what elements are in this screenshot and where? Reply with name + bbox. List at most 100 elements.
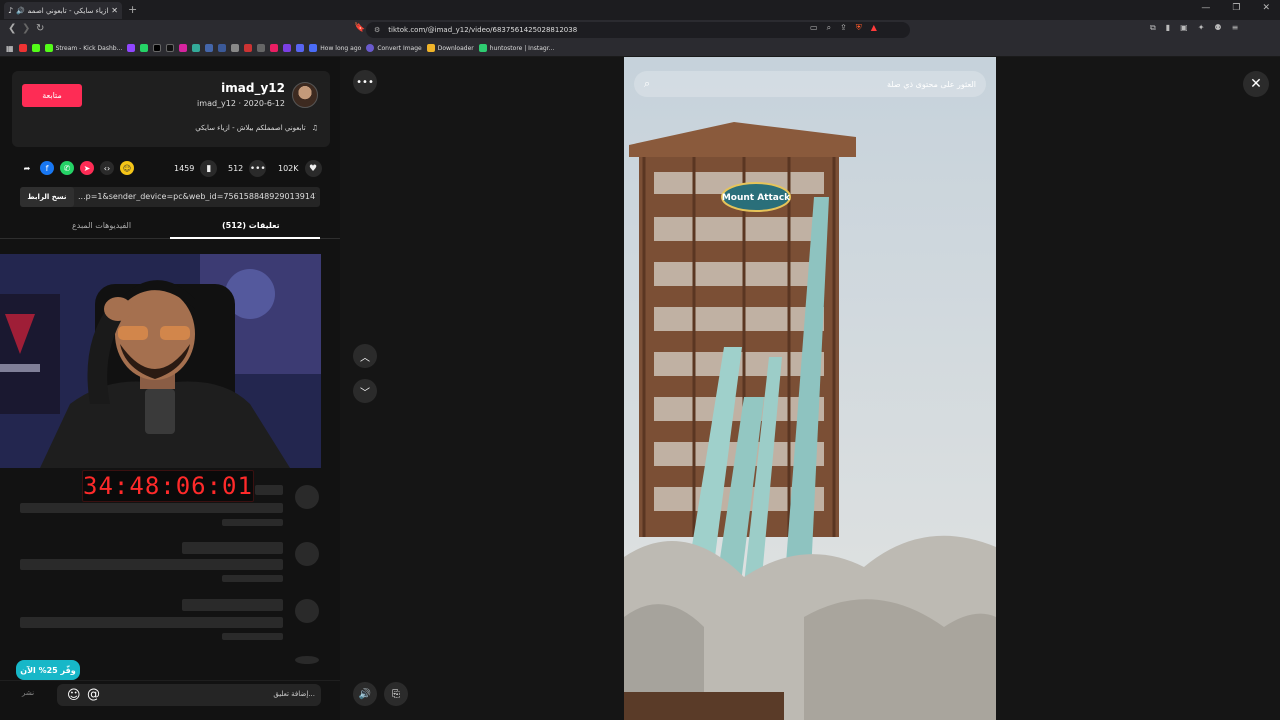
volume-button[interactable]: 🔊 <box>353 682 377 706</box>
reader-icon[interactable]: ▭ <box>810 23 818 33</box>
bookmark-convert-image[interactable]: Convert Image <box>366 44 422 52</box>
panel-tabs: تعليقات (512) الفيديوهات المبدع <box>0 215 340 239</box>
bookmark-icon-d[interactable] <box>244 44 253 52</box>
twitch-icon[interactable] <box>127 44 136 52</box>
share-icon[interactable]: ⇪ <box>840 23 847 33</box>
username[interactable]: imad_y12 <box>221 81 285 95</box>
browser-tab[interactable]: ♪ 🔊 ازياء سايكي - تابعوني اصمملكم... ✕ <box>4 2 122 19</box>
mention-icon[interactable]: @ <box>87 687 100 702</box>
like-count: 102K <box>278 164 299 173</box>
comment-icon[interactable]: ••• <box>249 160 267 177</box>
skeleton-avatar <box>295 599 319 623</box>
maximize-button[interactable]: ❐ <box>1232 3 1240 13</box>
zoom-icon[interactable]: ⌕ <box>827 23 831 33</box>
save-stat[interactable]: 1459 ▮ <box>174 160 218 177</box>
github-icon[interactable] <box>257 44 266 52</box>
profile-icon[interactable]: ⚉ <box>1214 23 1221 33</box>
bookmark-icon-c[interactable] <box>231 44 240 52</box>
download-icon <box>426 44 435 52</box>
forward-icon[interactable]: ❯ <box>22 23 30 34</box>
video-frame[interactable]: Mount Attack ⌕ العثور على محتوى ذي صلة <box>624 57 996 720</box>
back-icon[interactable]: ❮ <box>8 23 16 34</box>
apps-icon[interactable]: ▦ <box>6 44 14 53</box>
comment-stat[interactable]: 512 ••• <box>228 160 267 177</box>
heart-icon[interactable]: ♥ <box>304 160 322 177</box>
tiktok-icon[interactable] <box>166 44 175 52</box>
bookmark-icon[interactable]: 🔖 <box>354 23 365 33</box>
skeleton-line <box>182 542 283 554</box>
facebook-icon[interactable] <box>218 44 227 52</box>
instagram-icon[interactable] <box>179 44 188 52</box>
bookmark-stream[interactable]: Stream - Kick Dashb... <box>44 44 122 52</box>
browser-tab-bar: ♪ 🔊 ازياء سايكي - تابعوني اصمملكم... ✕ +… <box>0 0 1280 20</box>
close-window-button[interactable]: ✕ <box>1262 3 1270 13</box>
minimize-button[interactable]: — <box>1201 3 1210 13</box>
music-link[interactable]: تابعوني اصمملكم بيلاش - ازياء سايكي ♫ <box>195 124 318 132</box>
webcam-overlay <box>0 254 321 468</box>
sidebar-icon[interactable]: ▮ <box>1166 23 1170 33</box>
whatsapp-share-icon[interactable]: ✆ <box>60 161 74 175</box>
related-search-bar[interactable]: ⌕ العثور على محتوى ذي صلة <box>634 71 986 97</box>
previous-video-button[interactable]: ︿ <box>353 344 377 368</box>
close-icon[interactable]: ✕ <box>1243 71 1269 97</box>
address-toolbar: ❮ ❯ ↻ 🔖 ⚙ tiktok.com/@imad_y12/video/683… <box>0 20 1280 40</box>
leo-icon[interactable]: ✦ <box>1198 23 1205 33</box>
new-tab-button[interactable]: + <box>128 3 137 16</box>
extensions-icon[interactable]: ⧉ <box>1150 23 1156 33</box>
post-button[interactable]: نشر <box>22 689 34 697</box>
like-stat[interactable]: 102K ♥ <box>278 160 322 177</box>
menu-icon[interactable]: ≡ <box>1232 23 1239 33</box>
tiktok-favicon-icon: ♪ <box>8 6 14 15</box>
share-link-box: نسخ الرابط ...p=1&sender_device=pc&web_i… <box>20 187 320 207</box>
embed-icon[interactable]: ‹› <box>100 161 114 175</box>
bookmark-icon-e[interactable] <box>270 44 279 52</box>
emoji-share-icon[interactable]: ☺ <box>120 161 134 175</box>
bookmark-icon-f[interactable] <box>283 44 292 52</box>
comment-placeholder: إضافة تعليق... <box>273 690 315 698</box>
video-scene: Mount Attack <box>624 57 996 720</box>
share-link-text[interactable]: ...p=1&sender_device=pc&web_id=756158848… <box>78 192 316 201</box>
tab-title: ازياء سايكي - تابعوني اصمملكم... <box>27 6 109 15</box>
reload-icon[interactable]: ↻ <box>36 23 44 34</box>
autoscroll-button[interactable]: ⎘ <box>384 682 408 706</box>
emoji-icon[interactable]: ☺ <box>67 688 81 703</box>
bookmark-how-long-ago[interactable]: How long ago <box>309 44 361 52</box>
avatar[interactable] <box>292 82 318 108</box>
brave-shield-icon[interactable]: ⛨ <box>856 23 862 33</box>
action-row: 102K ♥ 512 ••• 1459 ▮ ☺ ‹› ➤ ✆ f ➦ <box>0 157 340 177</box>
bookmarks-bar: ▦ Stream - Kick Dashb... How long ago Co… <box>0 40 1280 57</box>
send-icon[interactable]: ➤ <box>80 161 94 175</box>
wallet-icon[interactable]: ▣ <box>1180 23 1188 33</box>
search-icon[interactable]: ⌕ <box>644 77 650 91</box>
whatsapp-icon[interactable] <box>140 44 149 52</box>
more-options-button[interactable]: ••• <box>353 70 377 94</box>
discount-badge[interactable]: وفّر 25% الآن <box>16 660 80 680</box>
kick-icon[interactable] <box>31 44 40 52</box>
bookmark-icon-a[interactable] <box>192 44 201 52</box>
music-title: تابعوني اصمملكم بيلاش - ازياء سايكي <box>195 124 306 132</box>
close-tab-icon[interactable]: ✕ <box>111 6 118 15</box>
tab-comments[interactable]: تعليقات (512) <box>222 221 280 230</box>
url-text: tiktok.com/@imad_y12/video/6837561425028… <box>388 26 578 34</box>
discord-icon[interactable] <box>296 44 305 52</box>
bookmark-save-icon[interactable]: ▮ <box>200 160 218 177</box>
window-controls: — ❐ ✕ <box>1201 3 1270 13</box>
youtube-icon[interactable] <box>18 44 27 52</box>
copy-link-button[interactable]: نسخ الرابط <box>20 187 74 207</box>
alert-icon[interactable]: ▲ <box>871 23 877 33</box>
bookmark-icon-b[interactable] <box>205 44 214 52</box>
follow-button[interactable]: متابعة <box>22 84 82 107</box>
skeleton-line <box>20 559 283 570</box>
next-video-button[interactable]: ﹀ <box>353 379 377 403</box>
bookmark-downloader[interactable]: Downloader <box>426 44 474 52</box>
active-tab-indicator <box>170 237 320 239</box>
site-info-icon[interactable]: ⚙ <box>374 26 380 34</box>
forward-share-icon[interactable]: ➦ <box>20 161 34 175</box>
x-icon[interactable] <box>153 44 162 52</box>
facebook-share-icon[interactable]: f <box>40 161 54 175</box>
tab-creator-videos[interactable]: الفيديوهات المبدع <box>72 221 131 230</box>
bookmark-huntostore[interactable]: huntostore | Instagr... <box>478 44 554 52</box>
comment-input[interactable]: ☺ @ إضافة تعليق... <box>57 684 321 706</box>
skeleton-avatar <box>295 656 319 664</box>
audio-icon[interactable]: 🔊 <box>16 7 25 15</box>
